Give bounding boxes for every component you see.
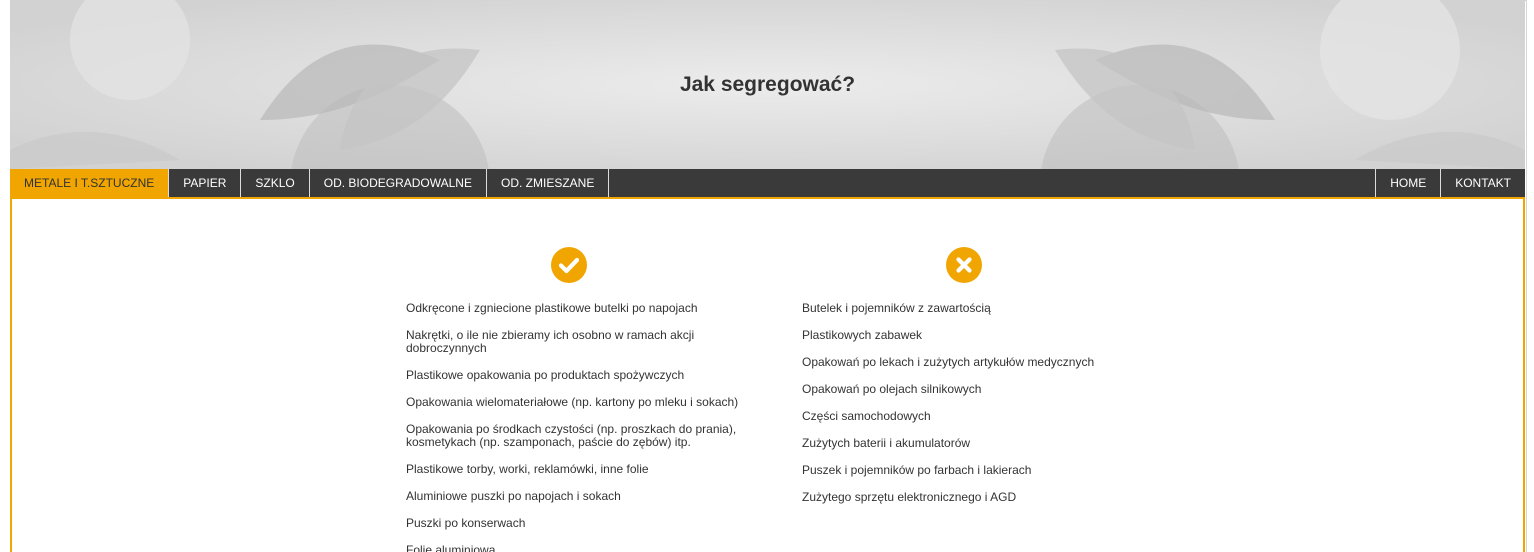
list-item: Plastikowe opakowania po produktach spoż… — [406, 368, 685, 382]
not-allowed-items-list: Butelek i pojemników z zawartością Plast… — [802, 302, 1172, 518]
page-title: Jak segregować? — [679, 73, 856, 96]
list-item: Nakrętki, o ile nie zbieramy ich osobno … — [406, 328, 695, 355]
list-item: Opakowania wielomateriałowe (np. kartony… — [406, 395, 739, 409]
right-border — [1526, 0, 1527, 552]
list-item: Opakowań po lekach i zużytych artykułów … — [802, 355, 1095, 369]
tab-odpady-zmieszane[interactable]: OD. ZMIESZANE — [487, 169, 610, 197]
checkmark-icon — [551, 247, 587, 283]
list-item: Opakowań po olejach silnikowych — [802, 382, 982, 396]
list-item: Zużytych baterii i akumulatorów — [802, 436, 971, 450]
page: Jak segregować? METALE I T.SZTUCZNE PAPI… — [0, 0, 1534, 552]
list-item: Butelek i pojemników z zawartością — [802, 301, 991, 315]
list-item: Puszek i pojemników po farbach i lakiera… — [802, 463, 1032, 477]
tab-odpady-biodegradowalne[interactable]: OD. BIODEGRADOWALNE — [310, 169, 487, 197]
content-panel: Odkręcone i zgniecione plastikowe butelk… — [10, 197, 1525, 552]
list-item: Puszki po konserwach — [406, 516, 526, 530]
cross-icon — [946, 247, 982, 283]
tab-szklo[interactable]: SZKLO — [241, 169, 310, 197]
list-item: Części samochodowych — [802, 409, 931, 423]
list-item: Folię aluminiową — [406, 543, 496, 552]
list-item: Aluminiowe puszki po napojach i sokach — [406, 489, 621, 503]
allowed-items-list: Odkręcone i zgniecione plastikowe butelk… — [406, 302, 776, 552]
list-item: Opakowania po środkach czystości (np. pr… — [406, 422, 737, 449]
list-item: Plastikowe torby, worki, reklamówki, inn… — [406, 462, 649, 476]
kontakt-link[interactable]: KONTAKT — [1440, 169, 1525, 197]
main-navigation: METALE I T.SZTUCZNE PAPIER SZKLO OD. BIO… — [10, 169, 1525, 197]
list-item: Odkręcone i zgniecione plastikowe butelk… — [406, 301, 698, 315]
category-tabs: METALE I T.SZTUCZNE PAPIER SZKLO OD. BIO… — [10, 169, 610, 197]
home-link[interactable]: HOME — [1375, 169, 1440, 197]
tab-metale-i-tworzywa-sztuczne[interactable]: METALE I T.SZTUCZNE — [10, 169, 170, 197]
tab-papier[interactable]: PAPIER — [169, 169, 242, 197]
header-banner: Jak segregować? — [10, 0, 1525, 169]
site-links: HOME KONTAKT — [1375, 169, 1525, 197]
list-item: Zużytego sprzętu elektronicznego i AGD — [802, 490, 1017, 504]
list-item: Plastikowych zabawek — [802, 328, 923, 342]
